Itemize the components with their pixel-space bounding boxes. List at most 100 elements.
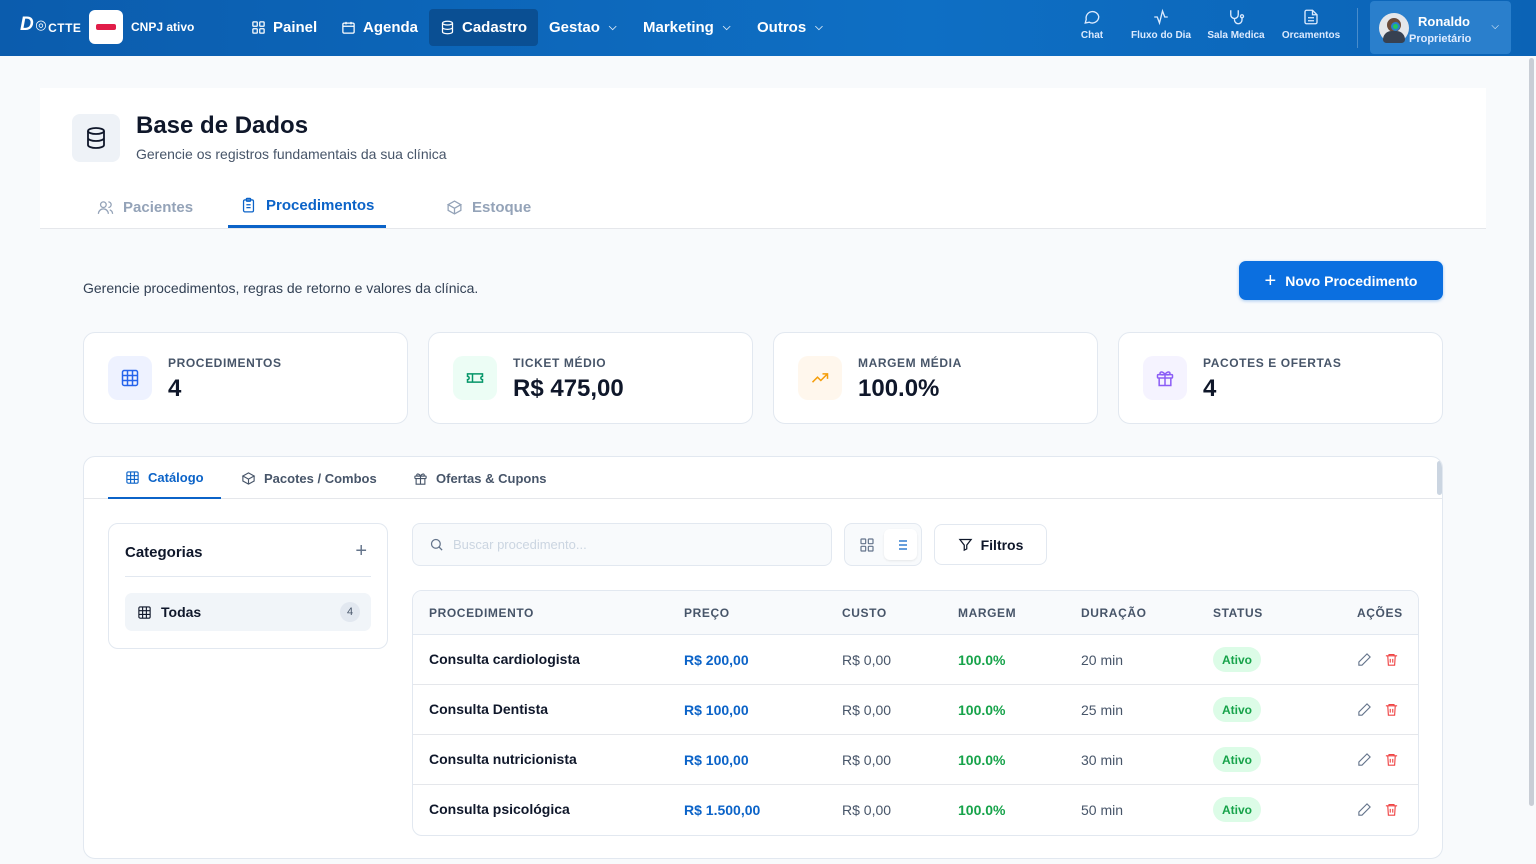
user-menu[interactable]: Ronaldo Proprietário ⌵ [1370,1,1511,54]
edit-button[interactable] [1357,752,1372,767]
chevron-down-icon: ⌵ [815,22,823,33]
panel-scrollbar[interactable] [1437,461,1442,495]
search-input[interactable] [453,537,813,552]
page-scrollbar[interactable] [1529,58,1534,806]
procedure-name: Consulta psicológica [429,801,570,817]
pencil-icon [1358,753,1371,766]
quick-orcamentos[interactable]: Orcamentos [1276,8,1346,41]
edit-button[interactable] [1357,652,1372,667]
procedure-duration: 25 min [1081,702,1124,718]
calendar-icon [342,21,355,34]
nav-label: Painel [273,19,318,36]
clinic-logo[interactable] [89,10,123,44]
list-view-button[interactable] [884,529,917,560]
activity-icon [1154,8,1168,26]
tab-estoque[interactable]: Estoque [434,186,543,228]
grid-icon [252,21,265,34]
status-badge: Ativo [1213,647,1261,672]
table-icon [108,356,152,400]
nav-divider [1357,8,1358,48]
quick-chat[interactable]: Chat [1057,8,1127,41]
stat-value: 4 [168,375,182,402]
new-procedure-button[interactable]: + Novo Procedimento [1239,261,1443,300]
procedure-price: R$ 100,00 [684,752,749,768]
edit-button[interactable] [1357,702,1372,717]
quick-fluxo-do-dia[interactable]: Fluxo do Dia [1126,8,1196,41]
nav-gestao[interactable]: Gestao ⌵ [538,9,627,46]
trash-icon [1385,653,1398,666]
table-row[interactable]: Consulta Dentista R$ 100,00 R$ 0,00 100.… [413,685,1418,735]
trash-icon [1385,753,1398,766]
category-count: 4 [340,602,360,622]
procedure-duration: 20 min [1081,652,1124,668]
subtab-ofertas-cupons[interactable]: Ofertas & Cupons [396,457,564,499]
grid-view-button[interactable] [850,529,883,560]
categories-box: Categorias + Todas 4 [108,523,388,649]
column-header: MARGEM [958,606,1017,620]
table-row[interactable]: Consulta psicológica R$ 1.500,00 R$ 0,00… [413,785,1418,835]
catalog-panel: Catálogo Pacotes / Combos Ofertas & Cupo… [83,456,1443,859]
delete-button[interactable] [1384,802,1399,817]
trash-icon [1385,803,1398,816]
box-icon [241,471,256,485]
status-badge: Ativo [1213,697,1261,722]
nav-agenda[interactable]: Agenda [330,9,429,46]
tab-label: Pacientes [123,198,194,216]
stat-label: PROCEDIMENTOS [168,356,282,370]
procedure-cost: R$ 0,00 [842,652,892,668]
category-label: Todas [161,604,202,620]
table-header: PROCEDIMENTO PREÇO CUSTO MARGEM DURAÇÃO … [413,591,1418,635]
filter-icon [958,538,973,552]
nav-painel[interactable]: Painel [240,9,328,46]
table-icon [138,605,151,619]
procedure-margin: 100.0% [958,752,1006,768]
clipboard-icon [242,197,255,213]
catalog-subtabs: Catálogo Pacotes / Combos Ofertas & Cupo… [84,457,1442,499]
procedure-margin: 100.0% [958,702,1006,718]
chat-icon [1084,10,1100,24]
app-logo[interactable]: D ◎ CTTE [20,14,81,36]
procedure-name: Consulta nutricionista [429,751,577,767]
quick-sala-medica[interactable]: Sala Medica [1201,8,1271,41]
pencil-icon [1358,703,1371,716]
subtab-pacotes-combos[interactable]: Pacotes / Combos [224,457,394,499]
ticket-icon [453,356,497,400]
stat-card-procedimentos: PROCEDIMENTOS 4 [83,332,408,424]
database-icon [441,20,454,35]
delete-button[interactable] [1384,702,1399,717]
stat-card-ticket-medio: TICKET MÉDIO R$ 475,00 [428,332,753,424]
procedure-name: Consulta Dentista [429,701,549,717]
gift-icon [1143,356,1187,400]
procedure-price: R$ 1.500,00 [684,802,761,818]
procedure-cost: R$ 0,00 [842,702,892,718]
delete-button[interactable] [1384,752,1399,767]
procedure-price: R$ 100,00 [684,702,749,718]
subtab-label: Ofertas & Cupons [436,470,547,486]
tab-procedimentos[interactable]: Procedimentos [228,186,387,228]
filters-button[interactable]: Filtros [934,524,1047,565]
delete-button[interactable] [1384,652,1399,667]
search-icon [430,538,443,551]
column-header: AÇÕES [1357,606,1403,620]
nav-label: Agenda [363,19,419,36]
stethoscope-icon [1230,10,1245,25]
pencil-icon [1358,653,1371,666]
nav-marketing[interactable]: Marketing ⌵ [632,9,741,46]
logo-text: CTTE [48,20,82,35]
page-header: Base de Dados Gerencie os registros fund… [40,88,1486,229]
category-item-todas[interactable]: Todas 4 [125,593,371,631]
procedure-margin: 100.0% [958,802,1006,818]
column-header: DURAÇÃO [1081,606,1147,620]
users-icon [97,200,114,214]
nav-label: Marketing [643,19,714,36]
table-row[interactable]: Consulta nutricionista R$ 100,00 R$ 0,00… [413,735,1418,785]
trending-up-icon [798,356,842,400]
add-category-button[interactable]: + [355,540,367,563]
tab-pacientes[interactable]: Pacientes [85,186,205,228]
table-row[interactable]: Consulta cardiologista R$ 200,00 R$ 0,00… [413,635,1418,685]
user-role: Proprietário [1409,33,1472,45]
edit-button[interactable] [1357,802,1372,817]
nav-outros[interactable]: Outros ⌵ [746,9,834,46]
nav-cadastro[interactable]: Cadastro [429,9,539,46]
subtab-catalogo[interactable]: Catálogo [108,457,221,499]
